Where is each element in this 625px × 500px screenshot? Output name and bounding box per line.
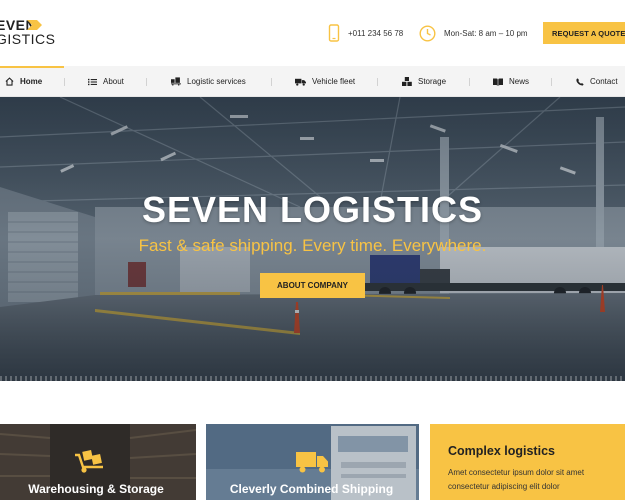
card-title-warehousing: Warehousing & Storage: [28, 482, 164, 496]
book-icon: [493, 78, 503, 86]
nav-label-vehicle-fleet: Vehicle fleet: [312, 77, 356, 86]
card-combined-shipping[interactable]: Cleverly Combined Shipping: [206, 424, 419, 500]
card-warehousing[interactable]: Warehousing & Storage: [0, 424, 196, 500]
nav-item-about[interactable]: About: [88, 66, 124, 97]
nav-item-news[interactable]: News: [493, 66, 529, 97]
nav-label-logistic-services: Logistic services: [187, 77, 246, 86]
nav-divider: [146, 78, 147, 86]
hero-subtitle: Fast & safe shipping. Every time. Everyw…: [138, 236, 487, 255]
header-hours: Mon-Sat: 8 am – 10 pm: [419, 23, 528, 43]
hand-truck-icon: [75, 450, 103, 473]
home-icon: [5, 77, 14, 86]
phone-icon: [576, 77, 584, 85]
nav-label-home: Home: [20, 77, 43, 86]
card-title-complex-logistics: Complex logistics: [448, 444, 555, 458]
list-icon: [88, 78, 97, 85]
boxes-icon: [402, 77, 412, 86]
request-quote-button[interactable]: REQUEST A QUOTE: [543, 22, 625, 44]
nav-item-contact[interactable]: Contact: [576, 66, 618, 97]
nav-divider: [271, 78, 272, 86]
logo-arrow-icon: [27, 20, 42, 30]
header-phone[interactable]: +011 234 56 78: [328, 23, 403, 43]
opening-hours: Mon-Sat: 8 am – 10 pm: [444, 28, 528, 38]
nav-divider: [551, 78, 552, 86]
site-header: EVEN GISTICS +011 234 56 78 Mon-Sat: 8 a…: [0, 0, 625, 66]
logo-line-2: GISTICS: [0, 31, 56, 47]
phone-number: +011 234 56 78: [348, 28, 404, 38]
nav-divider: [64, 78, 65, 86]
boxes-truck-icon: [171, 77, 181, 86]
card-complex-logistics[interactable]: Complex logistics Amet consectetur ipsum…: [430, 424, 625, 500]
nav-label-news: News: [509, 77, 530, 86]
nav-label-contact: Contact: [590, 77, 618, 86]
nav-item-logistic-services[interactable]: Logistic services: [171, 66, 246, 97]
nav-item-home[interactable]: Home: [5, 66, 42, 97]
nav-label-storage: Storage: [418, 77, 447, 86]
nav-item-storage[interactable]: Storage: [402, 66, 446, 97]
hero-bottom-pattern: [0, 376, 625, 381]
logo[interactable]: EVEN GISTICS: [0, 18, 56, 48]
card-title-combined-shipping: Cleverly Combined Shipping: [229, 482, 394, 496]
about-company-button[interactable]: ABOUT COMPANY: [260, 273, 365, 298]
hero-banner: SEVEN LOGISTICS Fast & safe shipping. Ev…: [0, 97, 625, 381]
mobile-phone-icon: [328, 24, 340, 42]
nav-label-about: About: [103, 77, 124, 86]
main-nav: Home About Logistic services Vehicle fle…: [0, 66, 625, 97]
nav-item-vehicle-fleet[interactable]: Vehicle fleet: [295, 66, 355, 97]
nav-divider: [469, 78, 470, 86]
card-text-complex-logistics: Amet consectetur ipsum dolor sit amet co…: [448, 468, 585, 491]
clock-icon: [419, 24, 436, 42]
truck-icon: [296, 452, 328, 473]
truck-icon: [295, 78, 306, 86]
hero-title: SEVEN LOGISTICS: [141, 189, 484, 230]
nav-divider: [377, 78, 378, 86]
